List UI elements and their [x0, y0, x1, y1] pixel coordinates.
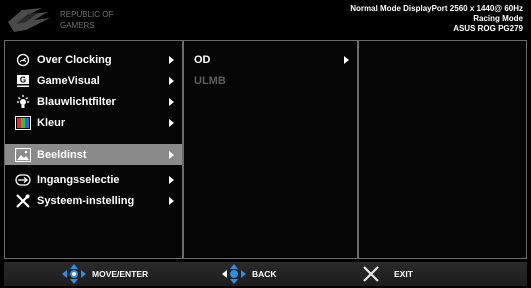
color-palette-icon [15, 115, 31, 131]
sub-item-label: ULMB [194, 74, 226, 87]
menu-item-blauwlichtfilter[interactable]: Blauwlichtfilter [5, 91, 182, 112]
back-button[interactable]: BACK [222, 262, 277, 286]
menu-item-gamevisual[interactable]: G GameVisual [5, 70, 182, 91]
submenu-arrow-icon [169, 175, 174, 184]
close-icon [362, 265, 380, 283]
submenu-arrow-icon [169, 150, 174, 159]
sub-item-od[interactable]: OD [184, 49, 357, 70]
svg-text:REPUBLIC OF: REPUBLIC OF [60, 10, 113, 19]
menu-item-label: Ingangsselectie [37, 173, 120, 186]
menu-item-beeldinst[interactable]: Beeldinst [5, 144, 182, 165]
speedometer-icon [15, 52, 31, 68]
status-line-preset: Racing Mode [473, 14, 523, 23]
menu-item-systeem-instelling[interactable]: Systeem-instelling [5, 190, 182, 211]
sub-item-ulmb: ULMB [184, 70, 357, 91]
submenu-arrow-icon [169, 55, 174, 64]
move-enter-button[interactable]: MOVE/ENTER [62, 262, 148, 286]
menu-item-label: Blauwlichtfilter [37, 95, 116, 108]
menu-item-label: GameVisual [37, 74, 100, 87]
status-line-model: ASUS ROG PG279 [453, 24, 523, 33]
move-enter-label: MOVE/ENTER [92, 269, 149, 279]
submenu-arrow-icon [169, 97, 174, 106]
menu-item-label: Kleur [37, 116, 66, 129]
footer-bar: MOVE/ENTER BACK EXIT [4, 262, 527, 286]
display-status: Normal Mode DisplayPort 2560 x 1440@ 60H… [350, 4, 523, 34]
lightbulb-icon [15, 94, 31, 110]
submenu-arrow-icon [344, 55, 349, 64]
value-pane [358, 40, 527, 259]
menu-item-ingangsselectie[interactable]: Ingangsselectie [5, 169, 182, 190]
joystick-back-icon [222, 264, 246, 284]
submenu-arrow-icon [169, 118, 174, 127]
image-icon [15, 147, 31, 163]
osd-header: REPUBLIC OF GAMERS Normal Mode DisplayPo… [0, 0, 531, 40]
menu-item-label: Over Clocking [37, 53, 112, 66]
gamevisual-icon: G [15, 73, 31, 89]
back-label: BACK [252, 269, 277, 279]
five-way-joystick-icon [62, 264, 86, 284]
rog-logo: REPUBLIC OF GAMERS [8, 8, 113, 32]
submenu-arrow-icon [169, 76, 174, 85]
menu-item-kleur[interactable]: Kleur [5, 112, 182, 133]
exit-label: EXIT [394, 269, 413, 279]
submenu-arrow-icon [169, 196, 174, 205]
menu-item-label: Beeldinst [37, 148, 87, 161]
main-menu: Over Clocking G GameVisual Blauwlichtfil… [4, 40, 183, 259]
status-line-mode: Normal Mode DisplayPort 2560 x 1440@ 60H… [350, 4, 523, 13]
svg-text:GAMERS: GAMERS [60, 21, 95, 30]
svg-text:G: G [20, 75, 26, 84]
tools-icon [15, 193, 31, 209]
menu-item-over-clocking[interactable]: Over Clocking [5, 49, 182, 70]
exit-button[interactable]: EXIT [362, 262, 413, 286]
sub-item-label: OD [194, 53, 211, 66]
menu-item-label: Systeem-instelling [37, 194, 135, 207]
input-source-icon [15, 172, 31, 188]
osd-window: REPUBLIC OF GAMERS Normal Mode DisplayPo… [0, 0, 531, 288]
sub-menu: OD ULMB [183, 40, 358, 259]
